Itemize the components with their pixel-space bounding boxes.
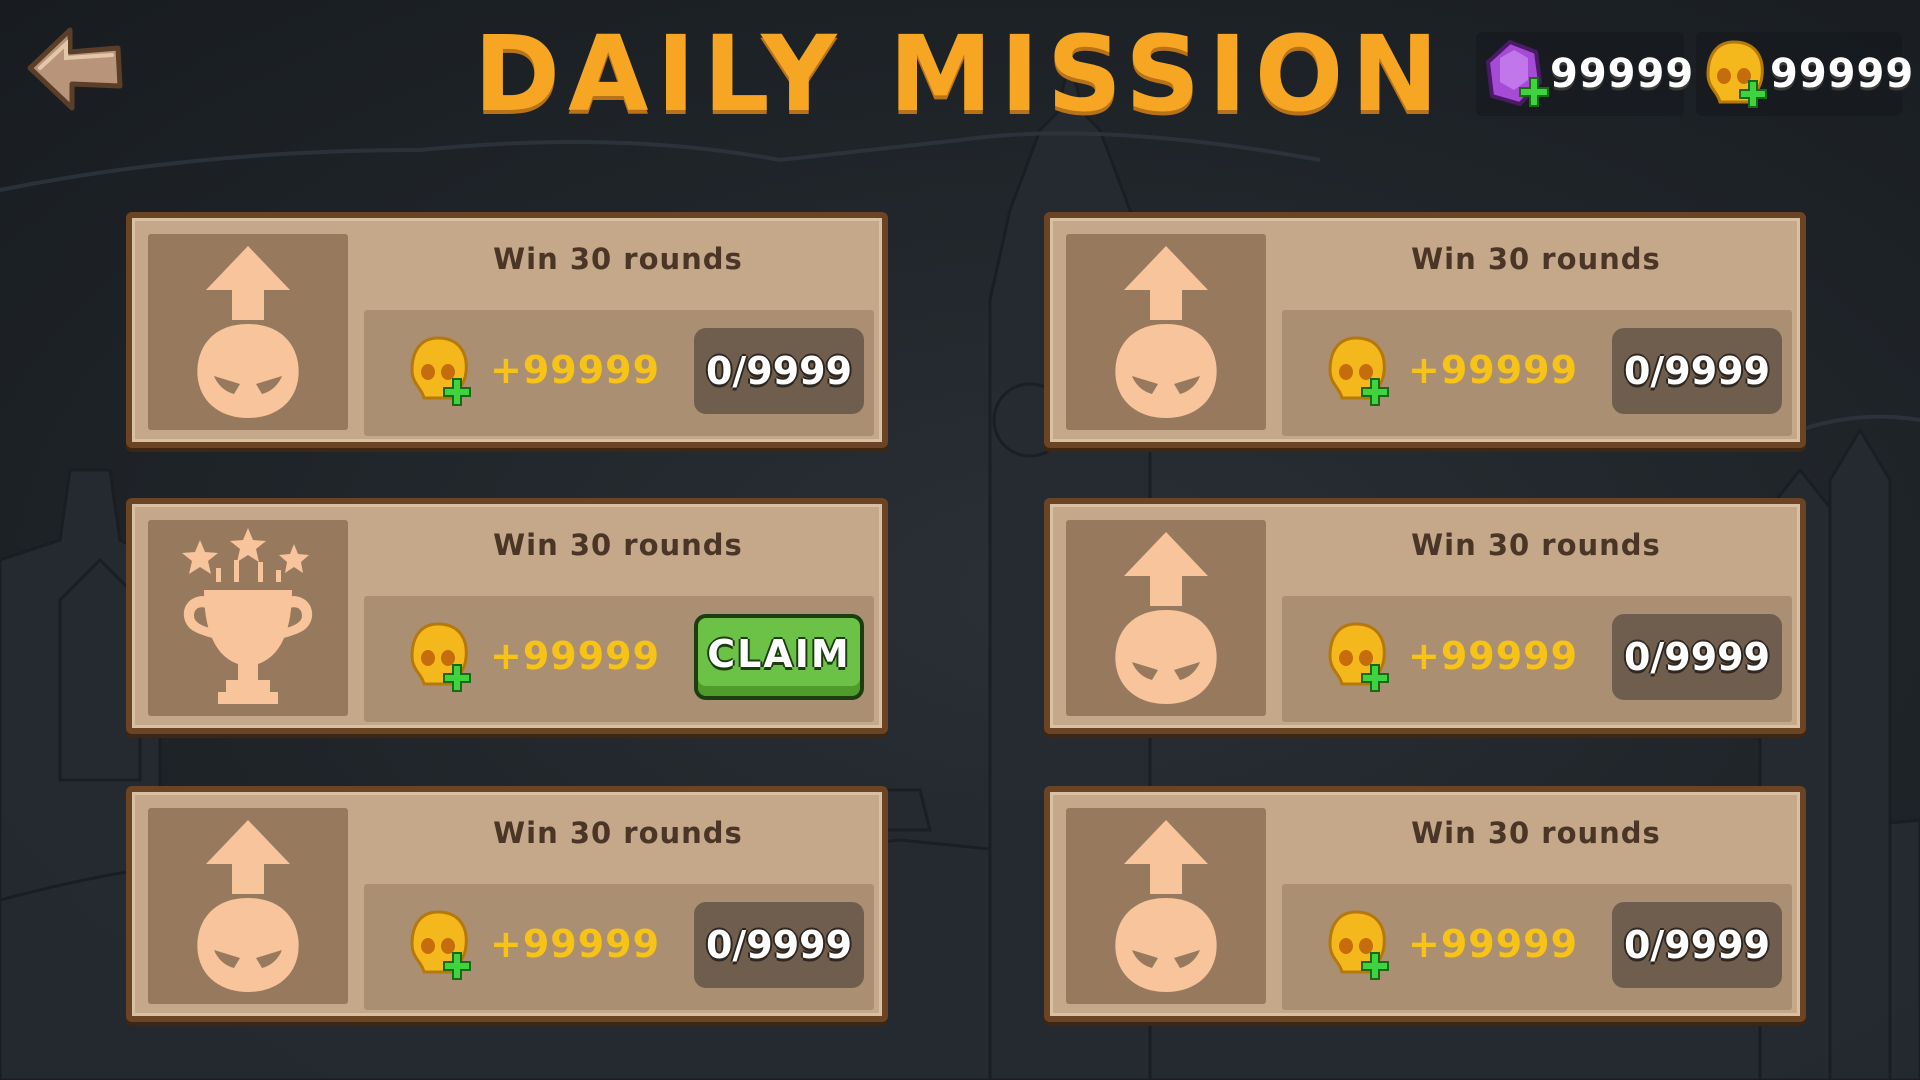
mission-card: Win 30 rounds +99999 0/9999 [126, 212, 888, 448]
mission-title: Win 30 rounds [493, 528, 743, 562]
reward-panel: +99999 0/9999 [1282, 310, 1792, 436]
gold-skull-icon [1328, 910, 1389, 980]
progress-counter: 0/9999 [1612, 328, 1782, 414]
upgrade-skull-icon [1066, 234, 1266, 430]
mission-title: Win 30 rounds [1411, 528, 1661, 562]
reward-amount: +99999 [1408, 348, 1579, 392]
reward-panel: +99999 CLAIM [364, 596, 874, 722]
gold-skull-icon [410, 336, 471, 406]
reward-panel: +99999 0/9999 [364, 884, 874, 1010]
trophy-icon [148, 520, 348, 716]
purple-gem-icon [1480, 36, 1550, 112]
mission-card: Win 30 rounds +99999 0/9999 [1044, 786, 1806, 1022]
mission-title: Win 30 rounds [493, 242, 743, 276]
progress-counter: 0/9999 [1612, 902, 1782, 988]
progress-counter: 0/9999 [1612, 614, 1782, 700]
gold-skull-icon [410, 622, 471, 692]
skulls-amount: 99999 [1770, 51, 1915, 97]
gems-counter[interactable]: 99999 [1476, 32, 1693, 116]
reward-amount: +99999 [490, 922, 661, 966]
mission-title: Win 30 rounds [493, 816, 743, 850]
mission-title: Win 30 rounds [1411, 242, 1661, 276]
mission-card: Win 30 rounds +99999 CLAIM [126, 498, 888, 734]
gold-skull-icon [410, 910, 471, 980]
mission-card: Win 30 rounds +99999 0/9999 [126, 786, 888, 1022]
claim-button[interactable]: CLAIM [694, 614, 864, 700]
daily-mission-screen: DAILY MISSION 99999 99999 Win 30 rounds … [0, 0, 1920, 1080]
upgrade-skull-icon [148, 808, 348, 1004]
upgrade-skull-icon [148, 234, 348, 430]
gold-skull-icon [1700, 36, 1770, 112]
gold-skull-icon [1328, 622, 1389, 692]
reward-panel: +99999 0/9999 [1282, 884, 1792, 1010]
reward-panel: +99999 0/9999 [1282, 596, 1792, 722]
upgrade-skull-icon [1066, 808, 1266, 1004]
mission-card: Win 30 rounds +99999 0/9999 [1044, 498, 1806, 734]
reward-amount: +99999 [1408, 634, 1579, 678]
reward-amount: +99999 [490, 634, 661, 678]
mission-title: Win 30 rounds [1411, 816, 1661, 850]
skulls-counter[interactable]: 99999 [1696, 32, 1913, 116]
reward-panel: +99999 0/9999 [364, 310, 874, 436]
gems-amount: 99999 [1550, 51, 1695, 97]
progress-counter: 0/9999 [694, 328, 864, 414]
mission-card: Win 30 rounds +99999 0/9999 [1044, 212, 1806, 448]
reward-amount: +99999 [490, 348, 661, 392]
reward-amount: +99999 [1408, 922, 1579, 966]
progress-counter: 0/9999 [694, 902, 864, 988]
upgrade-skull-icon [1066, 520, 1266, 716]
gold-skull-icon [1328, 336, 1389, 406]
